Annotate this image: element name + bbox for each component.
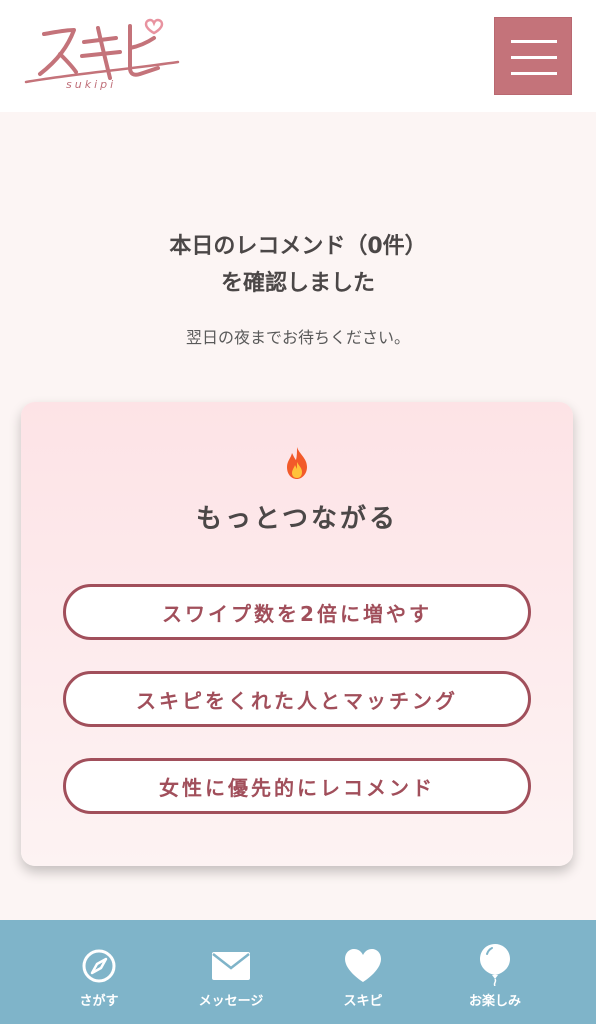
- heart-icon: [345, 949, 381, 982]
- card-heading: もっとつながる: [196, 504, 398, 534]
- hamburger-menu-icon: [511, 56, 557, 59]
- hamburger-menu-icon: [511, 40, 557, 43]
- nav-item-sukipi[interactable]: スキピ: [298, 920, 428, 1024]
- compass-icon: [82, 949, 116, 983]
- page-subtitle: 翌日の夜までお待ちください。: [185, 328, 410, 347]
- page-title: 本日のレコメンド（0件） を確認しました: [0, 228, 596, 302]
- nav-label-messages: メッセージ: [198, 994, 264, 1009]
- boost-card: もっとつながる スワイプ数を2倍に増やす スキピをくれた人とマッチング 女性に優…: [21, 402, 573, 866]
- priority-recommend-button[interactable]: 女性に優先的にレコメンド: [63, 758, 531, 814]
- bottom-nav: さがす メッセージ スキピ お楽しみ: [0, 920, 596, 1024]
- page-title-line1: 本日のレコメンド（0件）: [169, 234, 427, 259]
- envelope-icon: [212, 952, 250, 980]
- nav-item-messages[interactable]: メッセージ: [166, 920, 296, 1024]
- balloon-icon: [480, 944, 510, 986]
- nav-label-sukipi: スキピ: [343, 994, 383, 1009]
- main-content: 本日のレコメンド（0件） を確認しました 翌日の夜までお待ちください。 もっとつ…: [0, 112, 596, 920]
- fire-icon: [287, 447, 307, 479]
- nav-item-fun[interactable]: お楽しみ: [430, 920, 560, 1024]
- header: sukipi: [0, 0, 596, 112]
- double-swipe-button[interactable]: スワイプ数を2倍に増やす: [63, 584, 531, 640]
- match-sukipi-senders-button[interactable]: スキピをくれた人とマッチング: [63, 671, 531, 727]
- nav-label-search: さがす: [79, 994, 119, 1009]
- nav-item-search[interactable]: さがす: [34, 920, 164, 1024]
- nav-label-fun: お楽しみ: [468, 994, 521, 1009]
- hamburger-menu-button[interactable]: [494, 17, 572, 95]
- hamburger-menu-icon: [511, 72, 557, 75]
- logo-subtext: sukipi: [66, 78, 117, 91]
- page-title-line2: を確認しました: [220, 271, 375, 296]
